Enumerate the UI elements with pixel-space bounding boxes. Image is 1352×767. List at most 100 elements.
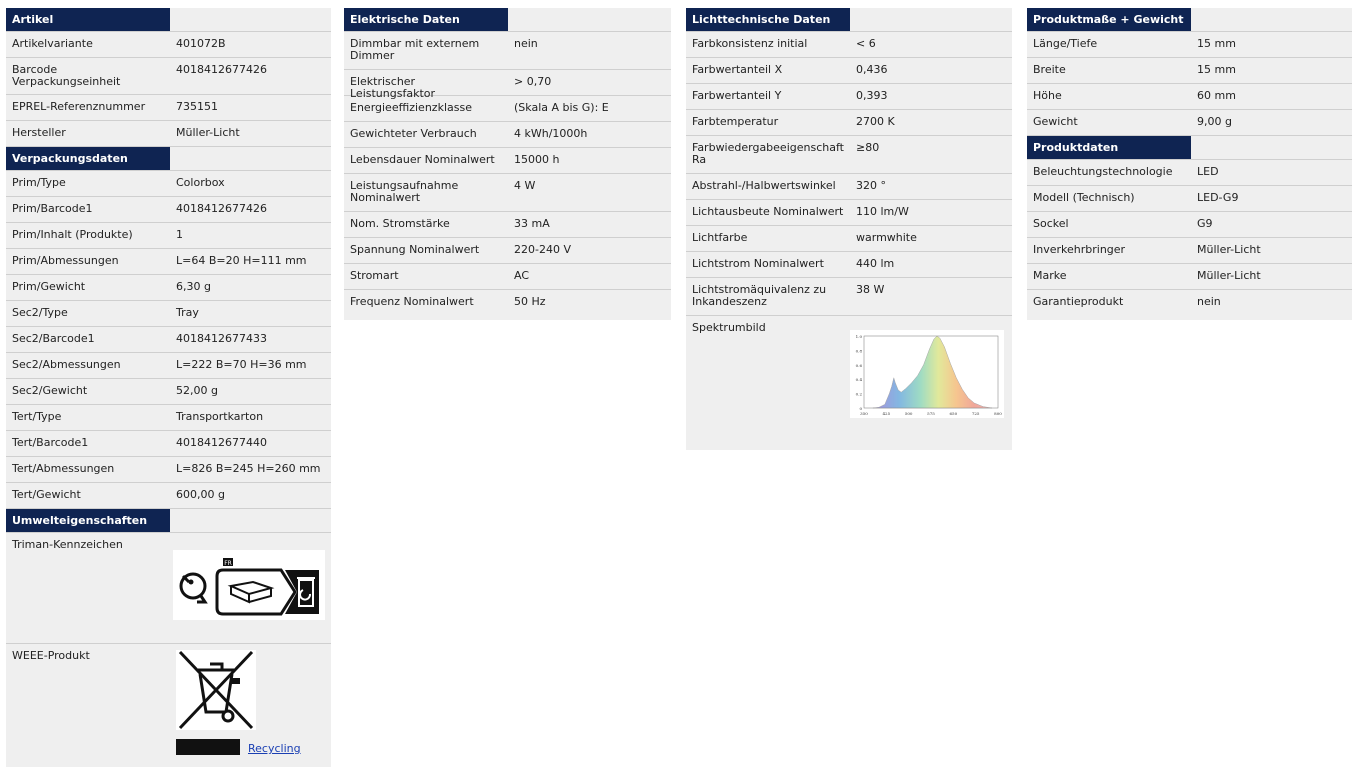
table-row: Sockel G9: [1027, 212, 1352, 238]
row-key: Sec2/Type: [12, 306, 68, 319]
row-value: 38 W: [856, 283, 885, 296]
triman-logo: FR: [173, 550, 325, 620]
artikel-table: Artikelvariante 401072B Barcode Verpackung…: [6, 32, 331, 147]
row-value: 440 lm: [856, 257, 895, 270]
section-header-elektrisch: Elektrische Daten: [344, 8, 671, 32]
row-value: 33 mA: [514, 217, 550, 230]
table-row: Sec2/Abmessungen L=222 B=70 H=36 mm: [6, 353, 331, 379]
row-key: Breite: [1033, 63, 1066, 76]
row-value: 1: [176, 228, 183, 241]
row-value: Recycling: [170, 644, 301, 764]
column-elektrisch: Elektrische Daten Dimmbar mit externem D…: [344, 8, 671, 320]
weee-bar: [176, 739, 240, 755]
row-value: LED: [1197, 165, 1219, 178]
row-value: 60 mm: [1197, 89, 1236, 102]
spectrum-x-tick: 650: [950, 411, 958, 416]
row-key: Lichtstrom Nominalwert: [692, 257, 824, 270]
column-licht: Lichttechnische Daten Farbkonsistenz ini…: [686, 8, 1012, 450]
table-row: Lichtausbeute Nominalwert 110 lm/W: [686, 200, 1012, 226]
row-value: Müller-Licht: [1197, 243, 1261, 256]
table-row: Prim/Type Colorbox: [6, 171, 331, 197]
spectrum-y-tick: 1.0: [856, 334, 863, 339]
row-value: nein: [514, 37, 538, 50]
row-key: Hersteller: [12, 126, 66, 139]
weee-row: WEEE-Produkt Recycling: [6, 644, 331, 764]
row-key: Farbwiedergabeeigenschaft Ra: [692, 141, 844, 166]
row-value: 0,436: [856, 63, 888, 76]
table-row: Leistungsaufnahme Nominalwert 4 W: [344, 174, 671, 212]
table-row: Lichtstrom Nominalwert 440 lm: [686, 252, 1012, 278]
table-row: Beleuchtungstechnologie LED: [1027, 160, 1352, 186]
section-title: Verpackungsdaten: [6, 147, 170, 170]
row-key: Beleuchtungstechnologie: [1033, 165, 1173, 178]
row-key: Energieeffizienzklasse: [350, 101, 472, 114]
section-header-produkt: Produktdaten: [1027, 136, 1352, 160]
table-row: Stromart AC: [344, 264, 671, 290]
row-key: Stromart: [350, 269, 399, 282]
row-key: Farbkonsistenz initial: [692, 37, 808, 50]
section-header-verpackung: Verpackungsdaten: [6, 147, 331, 171]
table-row: Prim/Barcode1 4018412677426: [6, 197, 331, 223]
spectrum-y-tick: 0.2: [856, 392, 863, 397]
row-value: 1.0 0.8 0.6 0.4 0.2 0 350 425 500 575 650 725 800: [850, 316, 1004, 440]
weee-bin-icon: [176, 650, 256, 730]
table-row: Lichtfarbe warmwhite: [686, 226, 1012, 252]
row-key: Lebensdauer Nominalwert: [350, 153, 495, 166]
spectrum-y-tick: 0.8: [856, 348, 863, 353]
triman-row: Triman-Kennzeichen FR: [6, 533, 331, 644]
row-value: 4018412677426: [176, 63, 267, 76]
row-key: Gewichteter Verbrauch: [350, 127, 477, 140]
row-key: Prim/Barcode1: [12, 202, 93, 215]
table-row: Sec2/Type Tray: [6, 301, 331, 327]
spektrum-row: Spektrumbild 1.0 0.8 0.6 0.4 0.2 0 350 425 500 57: [686, 316, 1012, 440]
row-key: Inverkehrbringer: [1033, 243, 1126, 256]
table-row: Tert/Abmessungen L=826 B=245 H=260 mm: [6, 457, 331, 483]
row-key: Tert/Gewicht: [12, 488, 81, 501]
table-row: Länge/Tiefe 15 mm: [1027, 32, 1352, 58]
table-row: Barcode Verpackungseinheit 4018412677426: [6, 58, 331, 95]
table-row: Artikelvariante 401072B: [6, 32, 331, 58]
table-row: Prim/Inhalt (Produkte) 1: [6, 223, 331, 249]
column-artikel: Artikel Artikelvariante 401072B Barcode Ve…: [6, 8, 331, 767]
row-value: FR: [167, 533, 331, 643]
row-key: Prim/Abmessungen: [12, 254, 119, 267]
row-value: 9,00 g: [1197, 115, 1232, 128]
table-row: Garantieprodukt nein: [1027, 290, 1352, 316]
row-key: Sec2/Barcode1: [12, 332, 95, 345]
row-key: Dimmbar mit externem Dimmer: [350, 37, 480, 62]
table-row: Lebensdauer Nominalwert 15000 h: [344, 148, 671, 174]
verpackung-table: Prim/Type Colorbox Prim/Barcode1 4018412677…: [6, 171, 331, 509]
table-row: Gewichteter Verbrauch 4 kWh/1000h: [344, 122, 671, 148]
row-value: AC: [514, 269, 530, 282]
row-value: Müller-Licht: [176, 126, 240, 139]
table-row: Farbwertanteil Y 0,393: [686, 84, 1012, 110]
table-row: Lichtstromäquivalenz zu Inkandeszenz 38 W: [686, 278, 1012, 316]
section-title: Produktdaten: [1027, 136, 1191, 159]
row-value: L=826 B=245 H=260 mm: [176, 462, 321, 475]
row-key: Lichtausbeute Nominalwert: [692, 205, 844, 218]
row-value: < 6: [856, 37, 876, 50]
row-value: LED-G9: [1197, 191, 1239, 204]
row-key: Barcode Verpackungseinheit: [12, 63, 121, 88]
table-row: Abstrahl-/Halbwertswinkel 320 °: [686, 174, 1012, 200]
recycling-link[interactable]: Recycling: [248, 743, 301, 755]
row-value: Müller-Licht: [1197, 269, 1261, 282]
row-value: 4 W: [514, 179, 536, 192]
table-row: Farbwertanteil X 0,436: [686, 58, 1012, 84]
spectrum-x-tick: 725: [972, 411, 980, 416]
row-key: Abstrahl-/Halbwertswinkel: [692, 179, 836, 192]
table-row: Frequenz Nominalwert 50 Hz: [344, 290, 671, 316]
row-value: 15 mm: [1197, 37, 1236, 50]
table-row: Hersteller Müller-Licht: [6, 121, 331, 147]
spectrum-x-tick: 350: [860, 411, 868, 416]
row-key: EPREL-Referenznummer: [12, 100, 146, 113]
row-key: Gewicht: [1033, 115, 1078, 128]
row-key: Tert/Abmessungen: [12, 462, 115, 475]
spectrum-y-tick: 0.6: [856, 363, 863, 368]
row-key: WEEE-Produkt: [12, 649, 90, 662]
row-value: L=64 B=20 H=111 mm: [176, 254, 307, 267]
row-key: Prim/Gewicht: [12, 280, 86, 293]
spectrum-x-tick: 425: [883, 411, 891, 416]
table-row: Farbkonsistenz initial < 6: [686, 32, 1012, 58]
row-key: Modell (Technisch): [1033, 191, 1135, 204]
